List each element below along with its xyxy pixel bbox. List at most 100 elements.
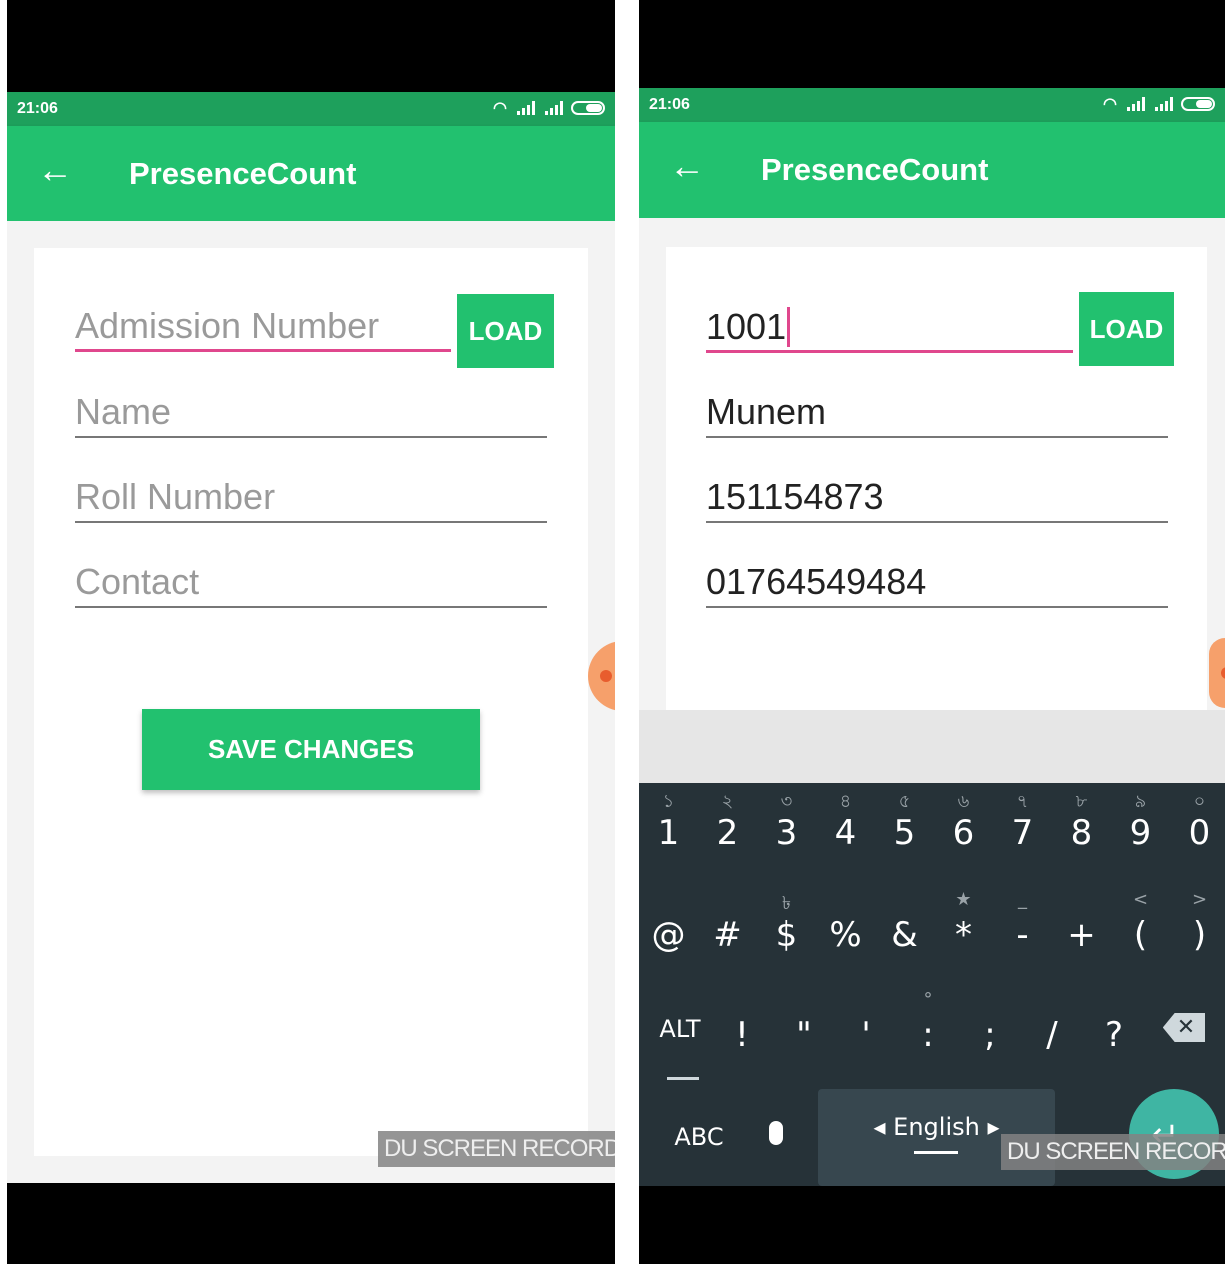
key-hint: < bbox=[1132, 889, 1149, 910]
signal-icon bbox=[1125, 97, 1145, 111]
number-key[interactable]: ৮8 bbox=[1052, 791, 1111, 853]
app-bar: ← PresenceCount bbox=[7, 126, 615, 221]
key-label: : bbox=[922, 1015, 934, 1055]
punctuation-key[interactable]: °: bbox=[897, 989, 959, 1055]
key-label: & bbox=[891, 915, 918, 955]
load-button[interactable]: LOAD bbox=[1079, 292, 1174, 366]
key-label: * bbox=[955, 915, 972, 955]
key-hint: ★ bbox=[955, 889, 972, 910]
back-arrow-icon[interactable]: ← bbox=[669, 148, 705, 184]
abc-label: ABC bbox=[674, 1123, 724, 1151]
symbol-key[interactable]: _ - bbox=[993, 889, 1052, 955]
roll-number-input[interactable]: 151154873 bbox=[706, 475, 1168, 523]
status-bar: 21:06 ◠ bbox=[7, 92, 615, 126]
contact-placeholder: Contact bbox=[75, 561, 200, 602]
right-screen: 21:06 ◠ ← PresenceCount 1001 LOAD Munem … bbox=[639, 0, 1225, 1264]
name-input[interactable]: Name bbox=[75, 390, 547, 438]
key-label: ? bbox=[1104, 1015, 1124, 1055]
number-key[interactable]: ০0 bbox=[1170, 791, 1225, 853]
key-label: / bbox=[1046, 1015, 1058, 1055]
key-label: # bbox=[713, 915, 742, 955]
save-changes-button[interactable]: SAVE CHANGES bbox=[142, 709, 480, 790]
punctuation-key[interactable]: ? bbox=[1083, 1015, 1145, 1055]
punctuation-key[interactable]: ' bbox=[835, 1015, 897, 1055]
number-key[interactable]: ৬6 bbox=[934, 791, 993, 853]
key-label: " bbox=[796, 1015, 812, 1055]
battery-icon bbox=[571, 101, 605, 115]
key-hint: ৩ bbox=[780, 791, 793, 812]
punctuation-key[interactable]: ; bbox=[959, 1015, 1021, 1055]
number-key[interactable]: ৪4 bbox=[816, 791, 875, 853]
key-hint: ৫ bbox=[898, 791, 911, 812]
keyboard: ১1২2৩3৪4৫5৬6৭7৮8৯9০0 @ # ৳ $% & ★ * _ - + <(>) ALT… bbox=[639, 783, 1225, 1186]
microphone-key[interactable] bbox=[769, 1121, 783, 1149]
symbol-key[interactable]: % bbox=[816, 915, 875, 955]
wifi-icon: ◠ bbox=[1103, 96, 1117, 113]
key-hint: ২ bbox=[721, 791, 734, 812]
key-label: $ bbox=[775, 915, 798, 955]
text-cursor bbox=[787, 307, 791, 347]
left-screen: 21:06 ◠ ← PresenceCount Admission Number… bbox=[7, 0, 615, 1264]
status-time: 21:06 bbox=[649, 96, 690, 113]
name-value: Munem bbox=[706, 391, 827, 432]
symbol-key[interactable]: >) bbox=[1170, 889, 1225, 955]
wifi-icon: ◠ bbox=[493, 100, 507, 117]
back-arrow-icon[interactable]: ← bbox=[37, 152, 73, 188]
recorder-floating-button[interactable] bbox=[1209, 638, 1225, 708]
status-icons: ◠ bbox=[1103, 94, 1215, 114]
symbol-key[interactable]: <( bbox=[1111, 889, 1170, 955]
key-label: 2 bbox=[716, 813, 739, 853]
key-label: 4 bbox=[834, 813, 857, 853]
key-label: 0 bbox=[1188, 813, 1211, 853]
backspace-key[interactable]: ✕ bbox=[1149, 1013, 1219, 1042]
number-key[interactable]: ৭7 bbox=[993, 791, 1052, 853]
number-key[interactable]: ৫5 bbox=[875, 791, 934, 853]
microphone-icon bbox=[769, 1121, 783, 1145]
number-key[interactable]: ১1 bbox=[639, 791, 698, 853]
symbol-key[interactable]: @ bbox=[639, 915, 698, 955]
contact-input[interactable]: Contact bbox=[75, 560, 547, 608]
input-underline bbox=[706, 350, 1073, 353]
name-input[interactable]: Munem bbox=[706, 390, 1168, 438]
signal-icon bbox=[543, 101, 563, 115]
number-key[interactable]: ৩3 bbox=[757, 791, 816, 853]
form-card: 1001 LOAD Munem 151154873 01764549484 bbox=[666, 247, 1207, 710]
abc-key[interactable]: ABC bbox=[664, 1123, 734, 1151]
admission-number-placeholder: Admission Number bbox=[75, 305, 380, 346]
key-label: ) bbox=[1192, 915, 1207, 955]
key-hint: ৭ bbox=[1016, 791, 1029, 812]
roll-number-input[interactable]: Roll Number bbox=[75, 475, 547, 523]
symbol-key[interactable]: ৳ $ bbox=[757, 893, 816, 955]
admission-number-value: 1001 bbox=[706, 306, 791, 347]
number-key[interactable]: ২2 bbox=[698, 791, 757, 853]
admission-number-input[interactable]: 1001 bbox=[706, 305, 1073, 353]
key-label: 7 bbox=[1011, 813, 1034, 853]
recorder-watermark: DU SCREEN RECORDER bbox=[378, 1131, 615, 1167]
punctuation-key[interactable]: ! bbox=[711, 1015, 773, 1055]
contact-input[interactable]: 01764549484 bbox=[706, 560, 1168, 608]
symbol-key[interactable]: + bbox=[1052, 915, 1111, 955]
punctuation-key[interactable]: / bbox=[1021, 1015, 1083, 1055]
symbol-key[interactable]: # bbox=[698, 915, 757, 955]
battery-icon bbox=[1181, 97, 1215, 111]
key-hint: _ bbox=[1018, 889, 1027, 910]
admission-number-text: 1001 bbox=[706, 306, 787, 347]
punctuation-key[interactable]: " bbox=[773, 1015, 835, 1055]
recorder-watermark: DU SCREEN RECORDER bbox=[1001, 1134, 1225, 1170]
key-label: 6 bbox=[952, 813, 975, 853]
admission-number-input[interactable]: Admission Number bbox=[75, 304, 451, 352]
input-underline bbox=[706, 436, 1168, 438]
symbol-key[interactable]: ★ * bbox=[934, 889, 993, 955]
symbol-key[interactable]: & bbox=[875, 915, 934, 955]
key-label: 1 bbox=[657, 813, 680, 853]
key-label: + bbox=[1067, 915, 1096, 955]
form-card: Admission Number LOAD Name Roll Number C… bbox=[34, 248, 588, 1156]
signal-icon bbox=[1153, 97, 1173, 111]
recorder-floating-button[interactable] bbox=[588, 641, 615, 711]
punctuation-key[interactable]: ALT bbox=[649, 1015, 711, 1043]
status-time: 21:06 bbox=[17, 100, 58, 117]
number-key[interactable]: ৯9 bbox=[1111, 791, 1170, 853]
load-button[interactable]: LOAD bbox=[457, 294, 554, 368]
name-placeholder: Name bbox=[75, 391, 172, 432]
key-label: @ bbox=[651, 915, 686, 955]
